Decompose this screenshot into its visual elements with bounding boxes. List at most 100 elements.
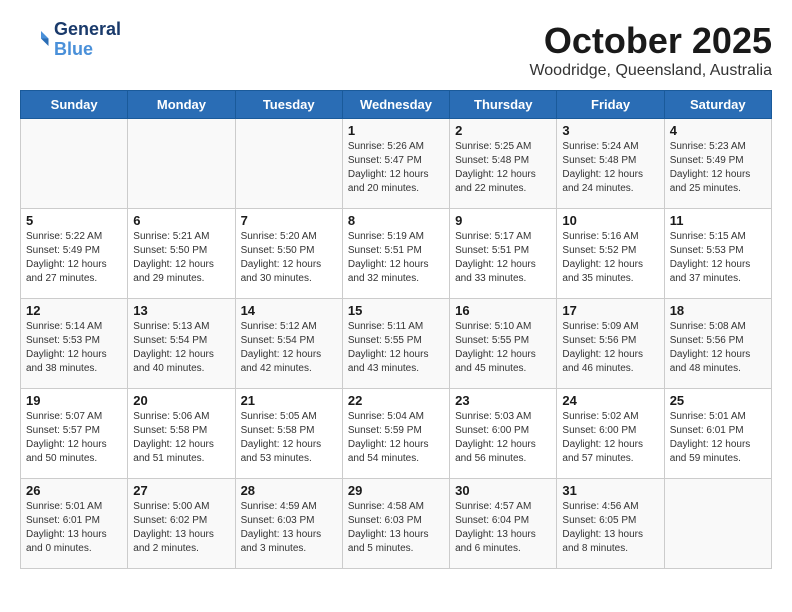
day-header-sunday: Sunday <box>21 91 128 119</box>
day-header-thursday: Thursday <box>450 91 557 119</box>
day-info: Sunrise: 5:10 AM Sunset: 5:55 PM Dayligh… <box>455 320 551 376</box>
day-number: 6 <box>133 213 229 228</box>
day-info: Sunrise: 5:16 AM Sunset: 5:52 PM Dayligh… <box>562 230 658 286</box>
week-row-4: 19 Sunrise: 5:07 AM Sunset: 5:57 PM Dayli… <box>21 389 772 479</box>
logo-text: General Blue <box>54 20 121 60</box>
day-number: 9 <box>455 213 551 228</box>
calendar-table: SundayMondayTuesdayWednesdayThursdayFrid… <box>20 90 772 569</box>
calendar-cell: 13 Sunrise: 5:13 AM Sunset: 5:54 PM Dayli… <box>128 299 235 389</box>
day-number: 14 <box>241 303 337 318</box>
day-info: Sunrise: 5:04 AM Sunset: 5:59 PM Dayligh… <box>348 410 444 466</box>
calendar-cell <box>128 119 235 209</box>
day-number: 8 <box>348 213 444 228</box>
day-number: 29 <box>348 483 444 498</box>
calendar-cell: 19 Sunrise: 5:07 AM Sunset: 5:57 PM Dayli… <box>21 389 128 479</box>
day-info: Sunrise: 5:01 AM Sunset: 6:01 PM Dayligh… <box>670 410 766 466</box>
calendar-cell <box>664 479 771 569</box>
day-info: Sunrise: 4:57 AM Sunset: 6:04 PM Dayligh… <box>455 500 551 556</box>
day-info: Sunrise: 5:08 AM Sunset: 5:56 PM Dayligh… <box>670 320 766 376</box>
day-info: Sunrise: 5:05 AM Sunset: 5:58 PM Dayligh… <box>241 410 337 466</box>
day-info: Sunrise: 5:23 AM Sunset: 5:49 PM Dayligh… <box>670 140 766 196</box>
day-info: Sunrise: 5:26 AM Sunset: 5:47 PM Dayligh… <box>348 140 444 196</box>
day-header-tuesday: Tuesday <box>235 91 342 119</box>
calendar-cell: 5Sunrise: 5:22 AM Sunset: 5:49 PM Daylig… <box>21 209 128 299</box>
day-info: Sunrise: 5:06 AM Sunset: 5:58 PM Dayligh… <box>133 410 229 466</box>
day-info: Sunrise: 5:20 AM Sunset: 5:50 PM Dayligh… <box>241 230 337 286</box>
calendar-cell: 31 Sunrise: 4:56 AM Sunset: 6:05 PM Dayli… <box>557 479 664 569</box>
day-number: 19 <box>26 393 122 408</box>
day-number: 5 <box>26 213 122 228</box>
day-info: Sunrise: 5:02 AM Sunset: 6:00 PM Dayligh… <box>562 410 658 466</box>
day-number: 25 <box>670 393 766 408</box>
calendar-cell: 6Sunrise: 5:21 AM Sunset: 5:50 PM Daylig… <box>128 209 235 299</box>
day-info: Sunrise: 5:03 AM Sunset: 6:00 PM Dayligh… <box>455 410 551 466</box>
day-header-monday: Monday <box>128 91 235 119</box>
calendar-subtitle: Woodridge, Queensland, Australia <box>529 62 772 80</box>
week-row-1: 1 Sunrise: 5:26 AM Sunset: 5:47 PM Daylig… <box>21 119 772 209</box>
calendar-cell: 10 Sunrise: 5:16 AM Sunset: 5:52 PM Dayli… <box>557 209 664 299</box>
calendar-cell: 17Sunrise: 5:09 AM Sunset: 5:56 PM Dayli… <box>557 299 664 389</box>
week-row-3: 12Sunrise: 5:14 AM Sunset: 5:53 PM Dayli… <box>21 299 772 389</box>
day-header-wednesday: Wednesday <box>342 91 449 119</box>
calendar-cell: 27Sunrise: 5:00 AM Sunset: 6:02 PM Dayli… <box>128 479 235 569</box>
day-number: 30 <box>455 483 551 498</box>
calendar-cell: 25 Sunrise: 5:01 AM Sunset: 6:01 PM Dayli… <box>664 389 771 479</box>
calendar-cell: 1 Sunrise: 5:26 AM Sunset: 5:47 PM Daylig… <box>342 119 449 209</box>
day-number: 13 <box>133 303 229 318</box>
day-header-saturday: Saturday <box>664 91 771 119</box>
calendar-cell: 14 Sunrise: 5:12 AM Sunset: 5:54 PM Dayli… <box>235 299 342 389</box>
week-row-2: 5Sunrise: 5:22 AM Sunset: 5:49 PM Daylig… <box>21 209 772 299</box>
calendar-cell: 23 Sunrise: 5:03 AM Sunset: 6:00 PM Dayli… <box>450 389 557 479</box>
calendar-cell: 20Sunrise: 5:06 AM Sunset: 5:58 PM Dayli… <box>128 389 235 479</box>
week-row-5: 26 Sunrise: 5:01 AM Sunset: 6:01 PM Dayli… <box>21 479 772 569</box>
day-number: 17 <box>562 303 658 318</box>
calendar-cell: 18 Sunrise: 5:08 AM Sunset: 5:56 PM Dayli… <box>664 299 771 389</box>
day-info: Sunrise: 5:25 AM Sunset: 5:48 PM Dayligh… <box>455 140 551 196</box>
calendar-title: October 2025 <box>529 20 772 62</box>
day-number: 31 <box>562 483 658 498</box>
day-number: 11 <box>670 213 766 228</box>
day-info: Sunrise: 4:56 AM Sunset: 6:05 PM Dayligh… <box>562 500 658 556</box>
calendar-cell <box>21 119 128 209</box>
day-number: 26 <box>26 483 122 498</box>
calendar-cell: 28Sunrise: 4:59 AM Sunset: 6:03 PM Dayli… <box>235 479 342 569</box>
day-info: Sunrise: 5:15 AM Sunset: 5:53 PM Dayligh… <box>670 230 766 286</box>
calendar-cell: 7 Sunrise: 5:20 AM Sunset: 5:50 PM Daylig… <box>235 209 342 299</box>
day-info: Sunrise: 5:13 AM Sunset: 5:54 PM Dayligh… <box>133 320 229 376</box>
calendar-cell: 15Sunrise: 5:11 AM Sunset: 5:55 PM Dayli… <box>342 299 449 389</box>
day-number: 22 <box>348 393 444 408</box>
calendar-cell: 24 Sunrise: 5:02 AM Sunset: 6:00 PM Dayli… <box>557 389 664 479</box>
calendar-cell: 26 Sunrise: 5:01 AM Sunset: 6:01 PM Dayli… <box>21 479 128 569</box>
calendar-cell <box>235 119 342 209</box>
logo: General Blue <box>20 20 121 60</box>
calendar-cell: 22 Sunrise: 5:04 AM Sunset: 5:59 PM Dayli… <box>342 389 449 479</box>
day-number: 16 <box>455 303 551 318</box>
calendar-cell: 4Sunrise: 5:23 AM Sunset: 5:49 PM Daylig… <box>664 119 771 209</box>
title-section: October 2025 Woodridge, Queensland, Aust… <box>529 20 772 80</box>
day-info: Sunrise: 5:17 AM Sunset: 5:51 PM Dayligh… <box>455 230 551 286</box>
day-info: Sunrise: 4:59 AM Sunset: 6:03 PM Dayligh… <box>241 500 337 556</box>
day-info: Sunrise: 5:07 AM Sunset: 5:57 PM Dayligh… <box>26 410 122 466</box>
day-info: Sunrise: 5:00 AM Sunset: 6:02 PM Dayligh… <box>133 500 229 556</box>
day-number: 10 <box>562 213 658 228</box>
calendar-cell: 12Sunrise: 5:14 AM Sunset: 5:53 PM Dayli… <box>21 299 128 389</box>
day-number: 7 <box>241 213 337 228</box>
day-number: 18 <box>670 303 766 318</box>
calendar-cell: 21Sunrise: 5:05 AM Sunset: 5:58 PM Dayli… <box>235 389 342 479</box>
calendar-cell: 16 Sunrise: 5:10 AM Sunset: 5:55 PM Dayli… <box>450 299 557 389</box>
day-number: 23 <box>455 393 551 408</box>
calendar-cell: 9 Sunrise: 5:17 AM Sunset: 5:51 PM Daylig… <box>450 209 557 299</box>
day-number: 1 <box>348 123 444 138</box>
day-header-row: SundayMondayTuesdayWednesdayThursdayFrid… <box>21 91 772 119</box>
day-info: Sunrise: 5:19 AM Sunset: 5:51 PM Dayligh… <box>348 230 444 286</box>
calendar-cell: 29 Sunrise: 4:58 AM Sunset: 6:03 PM Dayli… <box>342 479 449 569</box>
day-info: Sunrise: 4:58 AM Sunset: 6:03 PM Dayligh… <box>348 500 444 556</box>
day-info: Sunrise: 5:01 AM Sunset: 6:01 PM Dayligh… <box>26 500 122 556</box>
header: General Blue October 2025 Woodridge, Que… <box>20 20 772 80</box>
calendar-cell: 3Sunrise: 5:24 AM Sunset: 5:48 PM Daylig… <box>557 119 664 209</box>
day-number: 24 <box>562 393 658 408</box>
day-info: Sunrise: 5:12 AM Sunset: 5:54 PM Dayligh… <box>241 320 337 376</box>
calendar-cell: 30 Sunrise: 4:57 AM Sunset: 6:04 PM Dayli… <box>450 479 557 569</box>
day-number: 2 <box>455 123 551 138</box>
day-number: 3 <box>562 123 658 138</box>
